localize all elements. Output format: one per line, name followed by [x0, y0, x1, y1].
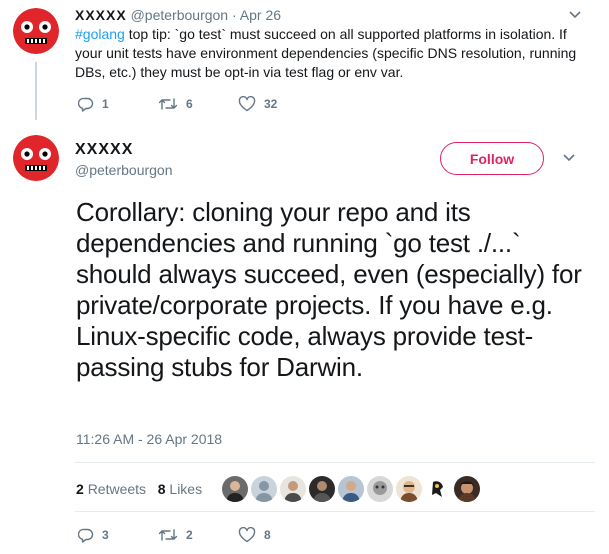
- reply-button[interactable]: 3: [78, 527, 109, 543]
- follow-button[interactable]: Follow: [440, 142, 544, 175]
- divider: [75, 462, 595, 463]
- author-handle[interactable]: @peterbourgon: [75, 161, 173, 179]
- reply-icon: [78, 528, 94, 543]
- like-count: 8: [264, 528, 271, 542]
- thread-line: [35, 62, 37, 120]
- divider: [75, 511, 595, 512]
- liker-avatar[interactable]: [280, 476, 306, 502]
- avatar[interactable]: [13, 135, 59, 181]
- tweet-body: top tip: `go test` must succeed on all s…: [75, 26, 577, 80]
- liker-avatars: [222, 476, 483, 502]
- reply-button[interactable]: 1: [78, 96, 109, 112]
- retweet-icon: [158, 529, 178, 541]
- retweet-icon: [158, 98, 178, 110]
- liker-avatar[interactable]: [396, 476, 422, 502]
- parent-tweet-header: XXXXX @peterbourgon · Apr 26: [75, 6, 281, 24]
- like-button[interactable]: 8: [238, 527, 271, 543]
- author-name[interactable]: XXXXX: [75, 7, 127, 23]
- retweets-stat-label: Retweets: [87, 481, 147, 497]
- likes-stat[interactable]: 8 Likes: [158, 481, 202, 497]
- chevron-down-icon[interactable]: [562, 153, 576, 163]
- liker-avatar[interactable]: [425, 476, 451, 502]
- separator: ·: [232, 7, 237, 23]
- avatar[interactable]: [13, 8, 59, 54]
- heart-icon: [238, 96, 256, 112]
- retweets-stat-count: 2: [76, 481, 84, 497]
- liker-avatar[interactable]: [338, 476, 364, 502]
- retweet-button[interactable]: 2: [158, 527, 193, 543]
- heart-icon: [238, 527, 256, 543]
- main-tweet-text: Corollary: cloning your repo and its dep…: [76, 197, 582, 382]
- liker-avatar[interactable]: [251, 476, 277, 502]
- like-button[interactable]: 32: [238, 96, 277, 112]
- tweet-date[interactable]: Apr 26: [240, 7, 281, 23]
- liker-avatar[interactable]: [454, 476, 480, 502]
- retweet-count: 2: [186, 528, 193, 542]
- hashtag-link[interactable]: #golang: [75, 26, 125, 42]
- liker-avatar[interactable]: [222, 476, 248, 502]
- liker-avatar[interactable]: [367, 476, 393, 502]
- reply-icon: [78, 97, 94, 112]
- author-handle[interactable]: @peterbourgon: [131, 7, 229, 23]
- reply-count: 3: [102, 528, 109, 542]
- reply-count: 1: [102, 97, 109, 111]
- retweet-button[interactable]: 6: [158, 96, 193, 112]
- retweet-count: 6: [186, 97, 193, 111]
- likes-stat-count: 8: [157, 481, 166, 497]
- tweet-stats: 2 Retweets 8 Likes: [76, 480, 202, 498]
- parent-tweet-text: #golang top tip: `go test` must succeed …: [75, 25, 593, 82]
- author-name[interactable]: XXXXX: [75, 141, 133, 159]
- liker-avatar[interactable]: [309, 476, 335, 502]
- retweets-stat[interactable]: 2 Retweets: [76, 481, 146, 497]
- like-count: 32: [264, 97, 278, 111]
- chevron-down-icon[interactable]: [568, 10, 582, 20]
- likes-stat-label: Likes: [169, 481, 203, 497]
- tweet-timestamp[interactable]: 11:26 AM - 26 Apr 2018: [76, 430, 222, 448]
